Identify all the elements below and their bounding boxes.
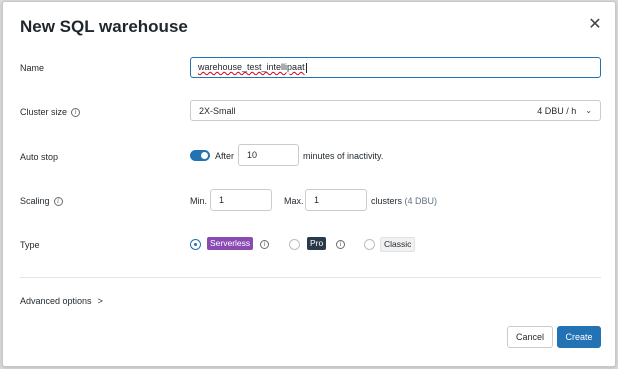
scaling-label: Scaling i: [20, 196, 63, 206]
dialog-title: New SQL warehouse: [20, 17, 188, 36]
scaling-min-label: Min.: [190, 196, 208, 206]
info-icon[interactable]: i: [336, 240, 345, 249]
serverless-tag: Serverless: [207, 237, 254, 250]
scaling-label-text: Scaling: [20, 196, 50, 206]
type-serverless-radio[interactable]: [190, 239, 201, 250]
cluster-size-label: Cluster size i: [20, 107, 81, 117]
section-divider: [20, 277, 601, 278]
text-caret: [305, 62, 307, 73]
scaling-max-input[interactable]: 1: [305, 189, 367, 211]
classic-tag: Classic: [380, 237, 416, 252]
scaling-min-input[interactable]: 1: [210, 189, 272, 211]
name-label: Name: [20, 63, 44, 73]
name-label-text: Name: [20, 63, 45, 73]
advanced-options-toggle[interactable]: Advanced options >: [20, 296, 103, 306]
type-label: Type: [20, 240, 40, 250]
type-classic-radio[interactable]: [364, 239, 375, 250]
info-icon[interactable]: i: [53, 196, 63, 206]
auto-stop-suffix: minutes of inactivity.: [303, 151, 384, 161]
chevron-right-icon: >: [97, 296, 103, 306]
new-sql-warehouse-dialog: New SQL warehouse ✕ Name warehouse_test_…: [2, 1, 616, 367]
chevron-down-icon: ⌄: [585, 106, 592, 115]
info-icon[interactable]: i: [260, 240, 269, 249]
scaling-clusters-label: clusters (4 DBU): [371, 196, 437, 206]
pro-tag: Pro: [307, 237, 327, 250]
cluster-size-label-text: Cluster size: [20, 107, 68, 117]
name-input-value: warehouse_test_intellipaat: [198, 62, 305, 72]
create-button[interactable]: Create: [557, 326, 601, 348]
clusters-text: clusters: [371, 196, 403, 206]
advanced-options-label: Advanced options: [20, 296, 92, 306]
cluster-size-select[interactable]: 2X-Small 4 DBU / h ⌄: [190, 100, 601, 121]
auto-stop-after-label: After: [215, 151, 235, 161]
auto-stop-toggle[interactable]: [190, 150, 210, 161]
auto-stop-label-text: Auto stop: [20, 152, 59, 162]
close-icon[interactable]: ✕: [586, 16, 604, 34]
name-input[interactable]: warehouse_test_intellipaat: [190, 57, 601, 78]
auto-stop-label: Auto stop: [20, 152, 58, 162]
cluster-size-selected: 2X-Small: [199, 105, 236, 116]
info-icon[interactable]: i: [71, 107, 81, 117]
cancel-button[interactable]: Cancel: [507, 326, 553, 348]
scaling-max-label: Max.: [284, 196, 304, 206]
cluster-size-dbu: 4 DBU / h: [537, 105, 577, 116]
type-label-text: Type: [20, 240, 40, 250]
type-pro-radio[interactable]: [289, 239, 300, 250]
clusters-dbu: (4 DBU): [404, 196, 438, 206]
auto-stop-minutes-input[interactable]: 10: [238, 144, 299, 166]
